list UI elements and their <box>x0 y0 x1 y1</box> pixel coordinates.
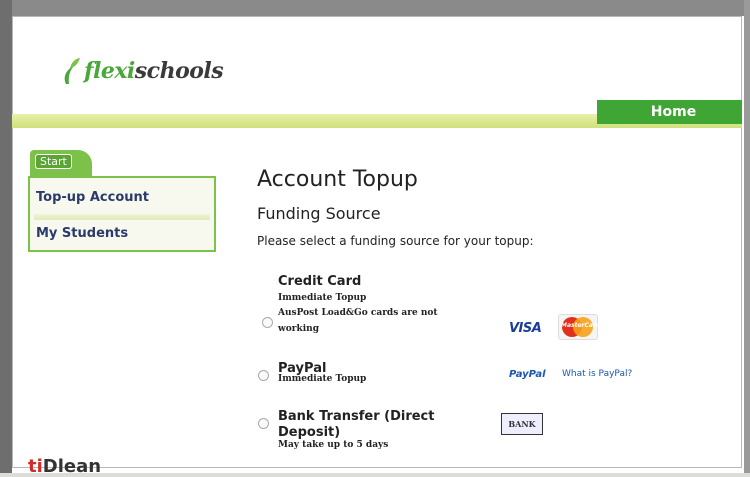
bank-logo: BANK <box>501 413 543 435</box>
sidebar-tab: Start <box>30 150 92 176</box>
credit-card-radio[interactable] <box>262 317 273 328</box>
mastercard-logo-text: MasterCard <box>561 322 601 329</box>
sidebar-menu: Top-up Account My Students <box>28 176 216 252</box>
leaf-logo-icon <box>64 58 80 84</box>
paypal-radio[interactable] <box>258 370 269 381</box>
window-left-edge <box>0 0 12 473</box>
page: flexischools Home Start Top-up Account M… <box>0 0 750 477</box>
bank-transfer-title-line2: Deposit) <box>278 425 341 440</box>
footer-logo-part2: Dlean <box>42 456 102 477</box>
bank-transfer-note: May take up to 5 days <box>278 440 389 450</box>
bank-transfer-radio[interactable] <box>258 418 269 429</box>
funding-prompt: Please select a funding source for your … <box>257 234 534 248</box>
what-is-paypal-link[interactable]: What is PayPal? <box>562 369 632 379</box>
window-right-edge <box>744 0 750 473</box>
logo-text-schools: schools <box>134 58 224 84</box>
page-title: Account Topup <box>257 167 418 192</box>
credit-card-note-working: working <box>278 324 319 334</box>
credit-card-title: Credit Card <box>278 274 362 289</box>
nav-home-tab[interactable]: Home <box>597 100 742 124</box>
paypal-logo: PayPal <box>509 369 546 380</box>
credit-card-note-immediate: Immediate Topup <box>278 293 367 303</box>
footer-logo: tiDlean <box>28 456 101 477</box>
sidebar-item-my-students[interactable]: My Students <box>36 226 128 241</box>
window-top-edge <box>0 0 750 16</box>
sidebar-item-topup-account[interactable]: Top-up Account <box>36 190 149 205</box>
sidebar-tab-label: Start <box>35 154 72 169</box>
section-subtitle: Funding Source <box>257 204 381 223</box>
flexischools-logo[interactable]: flexischools <box>60 56 224 86</box>
logo-text-flexi: flexi <box>84 58 135 84</box>
logo-text: flexischools <box>84 58 224 84</box>
visa-logo: VISA <box>509 321 542 336</box>
footer-logo-part1: ti <box>28 456 43 477</box>
mastercard-logo: MasterCard <box>558 314 601 340</box>
bank-transfer-title-line1: Bank Transfer (Direct <box>278 409 435 424</box>
paypal-note-immediate: Immediate Topup <box>278 374 367 384</box>
credit-card-note-auspost: AusPost Load&Go cards are not <box>278 308 438 318</box>
sidebar-divider <box>34 214 210 220</box>
